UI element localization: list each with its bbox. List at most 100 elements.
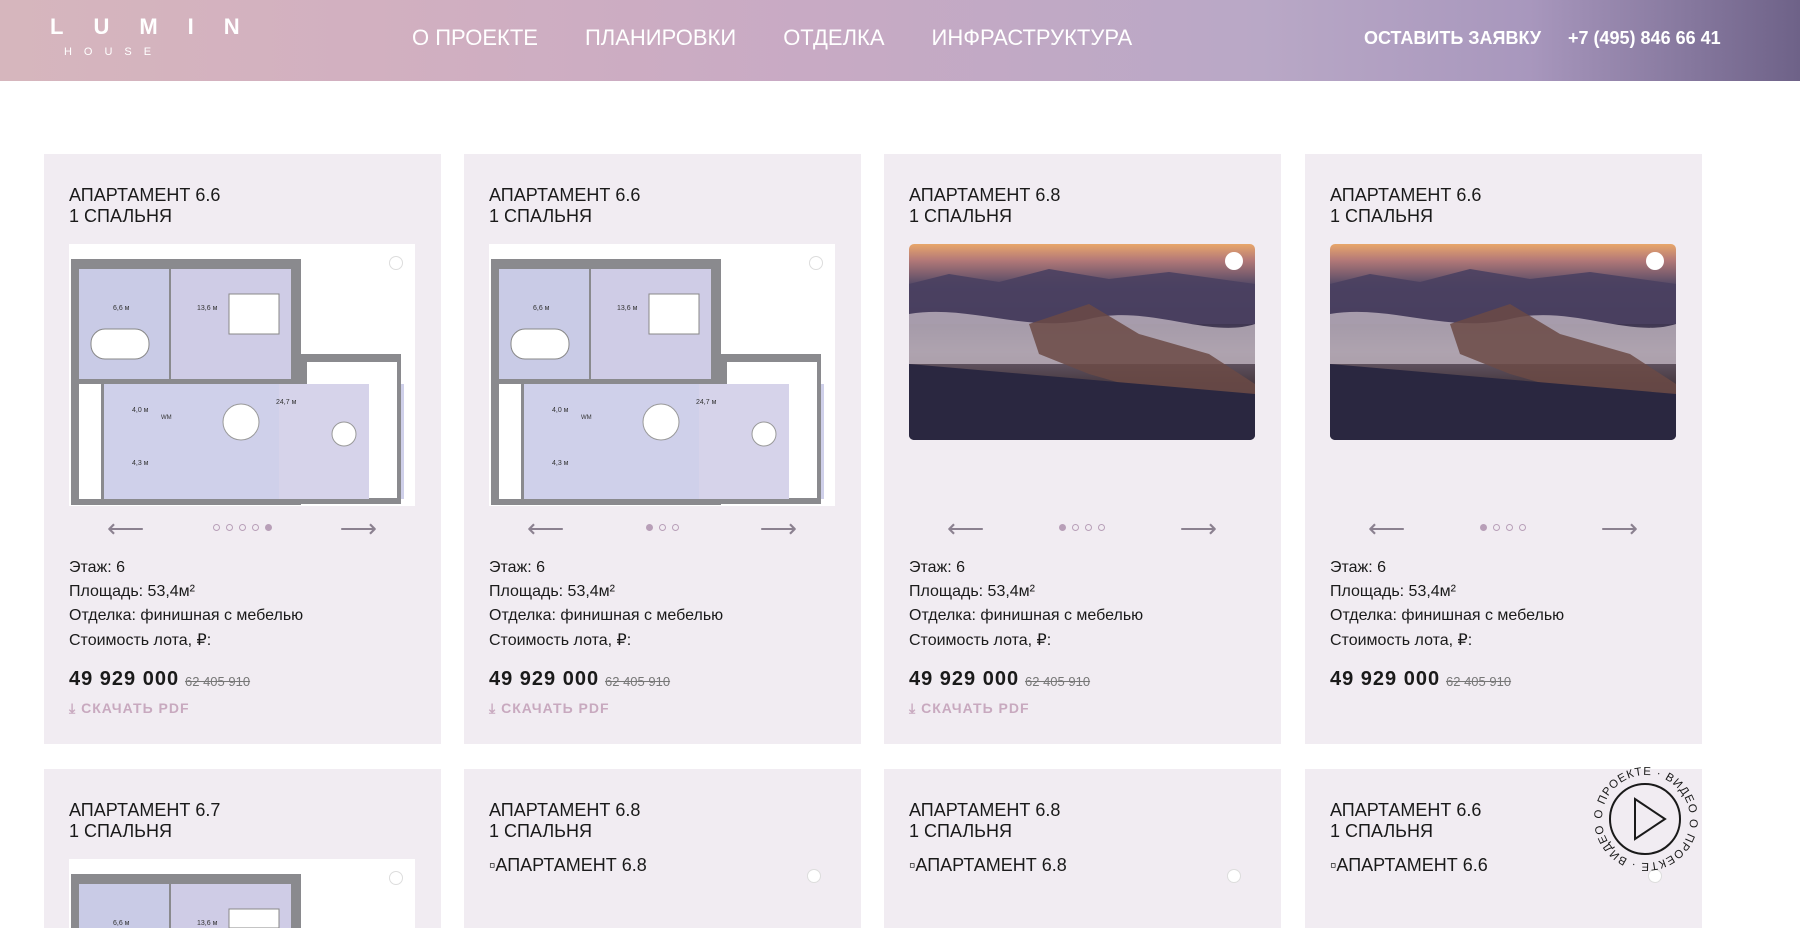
room-label: 24,7 м	[276, 399, 297, 406]
card-subtitle: 1 СПАЛЬНЯ	[489, 821, 592, 841]
landscape-photo[interactable]	[909, 244, 1255, 440]
apartment-card[interactable]: АПАРТАМЕНТ 6.6 1 СПАЛЬНЯ ⟵ ⟶ Этаж: 6 Пло…	[1305, 154, 1702, 744]
card-title: АПАРТАМЕНТ 6.8 1 СПАЛЬНЯ	[489, 800, 640, 842]
room-label: WM	[581, 415, 592, 421]
landscape-photo[interactable]	[1330, 244, 1676, 440]
card-title-name: АПАРТАМЕНТ 6.6	[1330, 185, 1482, 205]
mountain-photo	[909, 269, 1255, 440]
carousel-dot[interactable]	[212, 524, 220, 531]
download-pdf-label: СКАЧАТЬ PDF	[81, 700, 190, 716]
carousel-dot[interactable]	[1072, 524, 1079, 531]
nav-infrastructure[interactable]: ИНФРАСТРУКТУРА	[932, 24, 1133, 52]
card-title: АПАРТАМЕНТ 6.7 1 СПАЛЬНЯ	[69, 800, 220, 842]
download-pdf-link[interactable]: ⤓ СКАЧАТЬ PDF	[909, 700, 1030, 717]
download-pdf-label: СКАЧАТЬ PDF	[501, 700, 610, 716]
room-label: 13,6 м	[197, 305, 218, 312]
nav-finishing[interactable]: ОТДЕЛКА	[783, 24, 884, 52]
carousel-dot[interactable]	[1506, 524, 1513, 531]
carousel-dot[interactable]	[671, 524, 679, 531]
download-pdf-link[interactable]: ⤓ СКАЧАТЬ PDF	[489, 700, 610, 717]
magnifier-icon[interactable]	[389, 871, 403, 885]
carousel-dot[interactable]	[225, 524, 233, 531]
arrow-right-icon[interactable]: ⟶	[340, 515, 377, 541]
floor-plan-image[interactable]: 6,6 м 13,6 м 24,7 м 4,0 м 4,3 м WM	[489, 244, 835, 506]
floor-plan-image[interactable]: 6,6 м 13,6 м	[69, 859, 415, 928]
cost-label: Стоимость лота, ₽:	[69, 632, 212, 649]
download-icon: ⤓	[909, 700, 922, 716]
card-title-name: АПАРТАМЕНТ 6.6	[1330, 800, 1482, 820]
carousel-dot-active[interactable]	[264, 524, 272, 531]
area-info: Площадь: 53,4м²	[909, 583, 1036, 600]
card-title: АПАРТАМЕНТ 6.6 1 СПАЛЬНЯ	[1330, 185, 1481, 227]
nav-about[interactable]: О ПРОЕКТЕ	[412, 24, 538, 52]
arrow-right-icon[interactable]: ⟶	[1601, 515, 1638, 541]
carousel-dot-active[interactable]	[1480, 524, 1487, 531]
broken-image-alt[interactable]: ▫АПАРТАМЕНТ 6.8	[909, 855, 1067, 876]
finish-info: Отделка: финишная с мебелью	[909, 607, 1144, 624]
logo-main: LUMIN	[50, 14, 270, 39]
card-title: АПАРТАМЕНТ 6.6 1 СПАЛЬНЯ	[1330, 800, 1481, 842]
carousel-dot[interactable]	[1519, 524, 1526, 531]
broken-image-alt-label: АПАРТАМЕНТ 6.6	[1336, 855, 1488, 875]
magnifier-icon[interactable]	[807, 869, 821, 883]
apartment-card[interactable]: АПАРТАМЕНТ 6.8 1 СПАЛЬНЯ ▫АПАРТАМЕНТ 6.8	[884, 769, 1281, 928]
room-label: 6,6 м	[113, 305, 130, 312]
broken-image-alt[interactable]: ▫АПАРТАМЕНТ 6.8	[489, 855, 647, 876]
floor-plan-image[interactable]: 6,6 м 13,6 м 24,7 м 4,0 м 4,3 м WM	[69, 244, 415, 506]
apartment-card[interactable]: АПАРТАМЕНТ 6.6 1 СПАЛЬНЯ 6,6 м 13,6 м 24…	[44, 154, 441, 744]
download-pdf-label: СКАЧАТЬ PDF	[921, 700, 1030, 716]
card-subtitle: 1 СПАЛЬНЯ	[1330, 821, 1433, 841]
broken-image-alt-label: АПАРТАМЕНТ 6.8	[915, 855, 1067, 875]
room-label: 4,0 м	[552, 407, 569, 414]
carousel-dot-active[interactable]	[645, 524, 653, 531]
nav-layouts[interactable]: ПЛАНИРОВКИ	[585, 24, 736, 52]
floor-info: Этаж: 6	[489, 559, 546, 576]
price: 49 929 000	[1330, 668, 1441, 690]
floor-plan-drawing: 6,6 м 13,6 м 24,7 м 4,0 м 4,3 м WM	[69, 244, 415, 506]
apartment-card[interactable]: АПАРТАМЕНТ 6.8 1 СПАЛЬНЯ ▫АПАРТАМЕНТ 6.8	[464, 769, 861, 928]
apartment-card[interactable]: АПАРТАМЕНТ 6.8 1 СПАЛЬНЯ ⟵ ⟶ Этаж: 6 Пло…	[884, 154, 1281, 744]
phone-link[interactable]: +7 (495) 846 66 41	[1568, 27, 1721, 49]
carousel-dot-active[interactable]	[1059, 524, 1066, 531]
carousel-dot[interactable]	[1085, 524, 1092, 531]
price: 49 929 000	[69, 668, 180, 690]
carousel-dot[interactable]	[1098, 524, 1105, 531]
arrow-right-icon[interactable]: ⟶	[760, 515, 797, 541]
play-triangle	[1634, 797, 1667, 841]
card-title-name: АПАРТАМЕНТ 6.6	[69, 185, 221, 205]
image-carousel: ⟵ ⟶	[909, 515, 1255, 541]
card-subtitle: 1 СПАЛЬНЯ	[69, 206, 172, 226]
arrow-right-icon[interactable]: ⟶	[1180, 515, 1217, 541]
logo[interactable]: LUMIN HOUSE	[20, 14, 270, 66]
finish-info: Отделка: финишная с мебелью	[1330, 607, 1565, 624]
download-pdf-link[interactable]: ⤓ СКАЧАТЬ PDF	[69, 700, 190, 717]
magnifier-icon[interactable]	[809, 256, 823, 270]
download-icon: ⤓	[489, 700, 502, 716]
broken-image-alt[interactable]: ▫АПАРТАМЕНТ 6.6	[1330, 855, 1488, 876]
floor-info: Этаж: 6	[1330, 559, 1387, 576]
favorite-icon[interactable]	[1225, 252, 1243, 270]
magnifier-icon[interactable]	[389, 256, 403, 270]
image-carousel: ⟵ ⟶	[69, 515, 415, 541]
image-carousel: ⟵ ⟶	[1330, 515, 1676, 541]
play-icon[interactable]	[1609, 783, 1681, 855]
apartment-card[interactable]: АПАРТАМЕНТ 6.7 1 СПАЛЬНЯ 6,6 м 13,6 м	[44, 769, 441, 928]
floor-plan-drawing: 6,6 м 13,6 м 24,7 м 4,0 м 4,3 м WM	[489, 244, 835, 506]
cost-label: Стоимость лота, ₽:	[909, 632, 1052, 649]
image-carousel: ⟵ ⟶	[489, 515, 835, 541]
card-subtitle: 1 СПАЛЬНЯ	[909, 821, 1012, 841]
old-price: 62 405 910	[605, 674, 671, 689]
card-title-name: АПАРТАМЕНТ 6.8	[909, 185, 1061, 205]
carousel-dot[interactable]	[238, 524, 246, 531]
mountain-photo	[1330, 269, 1676, 440]
card-title-name: АПАРТАМЕНТ 6.8	[489, 800, 641, 820]
floor-info: Этаж: 6	[69, 559, 126, 576]
magnifier-icon[interactable]	[1227, 869, 1241, 883]
apartment-card[interactable]: АПАРТАМЕНТ 6.6 1 СПАЛЬНЯ 6,6 м 13,6 м 24…	[464, 154, 861, 744]
carousel-dot[interactable]	[1493, 524, 1500, 531]
favorite-icon[interactable]	[1646, 252, 1664, 270]
request-button[interactable]: ОСТАВИТЬ ЗАЯВКУ	[1364, 27, 1541, 49]
carousel-dot[interactable]	[658, 524, 666, 531]
carousel-dot[interactable]	[251, 524, 259, 531]
card-title-name: АПАРТАМЕНТ 6.7	[69, 800, 221, 820]
